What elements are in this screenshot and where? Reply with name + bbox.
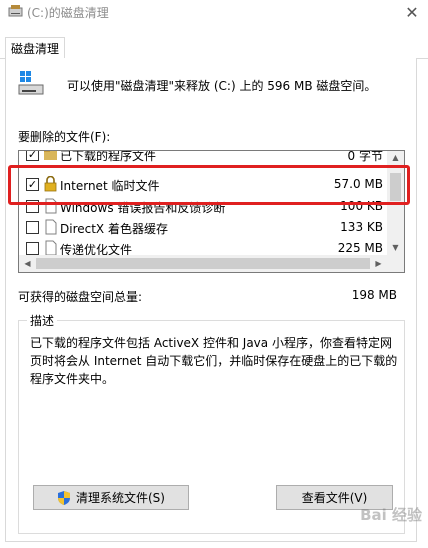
- horizontal-scrollbar[interactable]: ◀ ▶: [19, 255, 387, 272]
- list-item[interactable]: ✓ 已下载的程序文件 0 字节: [19, 151, 387, 166]
- title-bar: (C:)的磁盘清理 ✕: [0, 0, 428, 26]
- document-icon: [45, 240, 57, 255]
- file-name: 已下载的程序文件: [60, 151, 157, 163]
- scroll-thumb-horizontal[interactable]: [36, 258, 370, 269]
- scroll-right-icon[interactable]: ▶: [370, 255, 387, 272]
- list-item[interactable]: Windows 错误报告和反馈诊断 100 KB: [19, 197, 387, 218]
- scroll-down-icon[interactable]: ▼: [387, 241, 404, 255]
- tab-strip: 磁盘清理: [0, 33, 428, 60]
- checkbox[interactable]: ✓: [26, 178, 39, 191]
- lock-icon: [44, 176, 57, 192]
- total-space-label: 可获得的磁盘空间总量:: [18, 290, 143, 304]
- files-list-viewport: ✓ 已下载的程序文件 0 字节 ✓ Internet 临时文件 57.0 MB …: [19, 151, 387, 255]
- list-item[interactable]: 传递优化文件 225 MB: [19, 239, 387, 255]
- checkbox[interactable]: [26, 221, 39, 234]
- shield-icon: [58, 490, 70, 505]
- files-list[interactable]: ✓ 已下载的程序文件 0 字节 ✓ Internet 临时文件 57.0 MB …: [18, 150, 405, 273]
- checkbox[interactable]: [26, 242, 39, 255]
- scroll-up-icon[interactable]: ▲: [387, 151, 404, 165]
- close-icon: ✕: [405, 2, 419, 22]
- file-name: DirectX 着色器缓存: [60, 222, 168, 236]
- description-title: 描述: [27, 312, 58, 329]
- file-name: 传递优化文件: [60, 243, 133, 255]
- checkbox[interactable]: [26, 200, 39, 213]
- drive-icon: [18, 71, 44, 95]
- list-item[interactable]: DirectX 着色器缓存 133 KB: [19, 218, 387, 239]
- document-icon: [45, 198, 57, 214]
- file-size: 225 MB: [337, 241, 383, 255]
- watermark: Bai 经验: [360, 506, 422, 524]
- list-item[interactable]: ✓ Internet 临时文件 57.0 MB: [19, 175, 387, 196]
- file-size: 133 KB: [340, 220, 383, 234]
- scroll-thumb[interactable]: [390, 173, 401, 201]
- file-size: 0 字节: [347, 151, 383, 163]
- file-size: 100 KB: [340, 199, 383, 213]
- disk-cleanup-icon: [8, 5, 23, 17]
- vertical-scrollbar[interactable]: ▲ ▼: [387, 151, 404, 255]
- close-button[interactable]: ✕: [396, 0, 428, 24]
- checkbox[interactable]: ✓: [26, 151, 39, 161]
- view-files-label: 查看文件(V): [301, 491, 368, 505]
- description-text: 已下载的程序文件包括 ActiveX 控件和 Java 小程序，你查看特定网页时…: [30, 336, 398, 386]
- document-icon: [45, 219, 57, 235]
- tab-disk-cleanup[interactable]: 磁盘清理: [5, 37, 65, 60]
- folder-icon: [44, 151, 57, 160]
- scroll-left-icon[interactable]: ◀: [19, 255, 36, 272]
- header-message: 可以使用"磁盘清理"来释放 (C:) 上的 596 MB 磁盘空间。: [67, 79, 377, 93]
- file-name: Internet 临时文件: [60, 179, 160, 193]
- window-title: (C:)的磁盘清理: [27, 6, 109, 20]
- file-name: Windows 错误报告和反馈诊断: [60, 201, 226, 215]
- clean-system-files-label: 清理系统文件(S): [76, 491, 165, 505]
- total-space-value: 198 MB: [351, 288, 397, 302]
- file-size: 57.0 MB: [333, 177, 383, 191]
- scrollbar-corner: [387, 255, 404, 272]
- files-to-delete-label: 要删除的文件(F):: [18, 130, 111, 144]
- clean-system-files-button[interactable]: 清理系统文件(S): [33, 485, 189, 510]
